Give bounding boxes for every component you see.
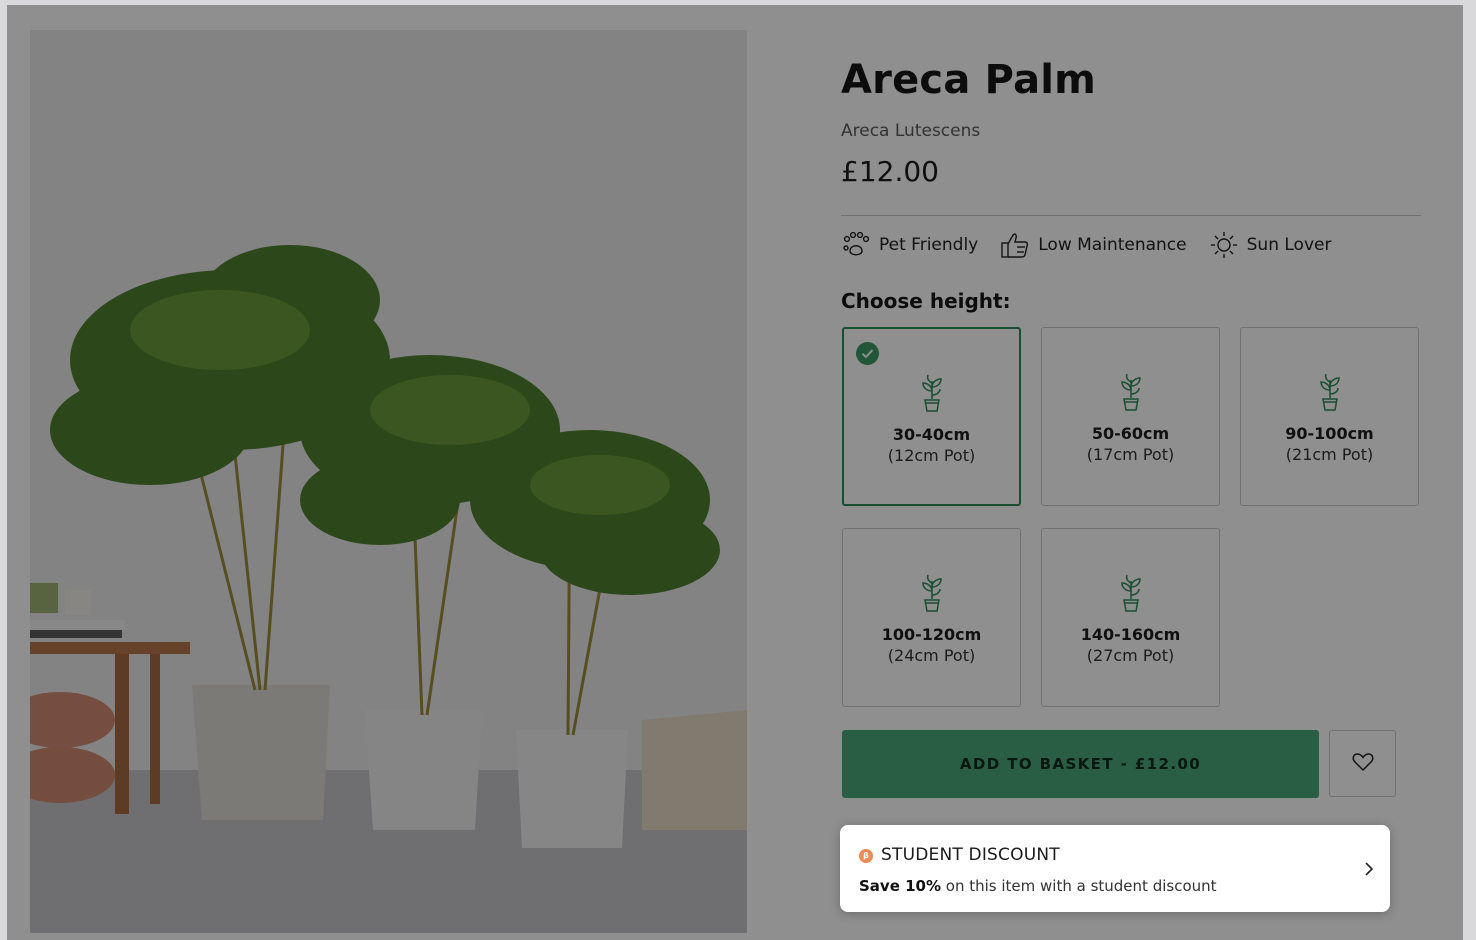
product-page: Areca Palm Areca Lutescens £12.00 Pet Fr… — [7, 5, 1463, 940]
feature-label: Pet Friendly — [879, 235, 979, 255]
student-beans-icon: β — [859, 849, 873, 863]
plant-icon — [918, 373, 946, 417]
pot-size: (24cm Pot) — [887, 646, 976, 665]
areca-palm-photo — [30, 30, 747, 933]
feature-sun-lover: Sun Lover — [1209, 231, 1332, 259]
student-discount-description: Save 10% on this item with a student dis… — [859, 877, 1217, 895]
chevron-right-icon[interactable] — [1364, 861, 1374, 881]
divider — [841, 215, 1421, 216]
student-discount-title: STUDENT DISCOUNT — [881, 845, 1060, 865]
choose-height-label: Choose height: — [841, 289, 1011, 313]
pot-size: (21cm Pot) — [1285, 445, 1374, 464]
feature-label: Sun Lover — [1246, 235, 1332, 255]
height-range: 90-100cm — [1285, 424, 1374, 443]
heart-icon — [1352, 752, 1374, 776]
student-discount-card[interactable]: β STUDENT DISCOUNT Save 10% on this item… — [840, 825, 1390, 912]
height-option-50-60cm[interactable]: 50-60cm (17cm Pot) — [1041, 327, 1220, 506]
thumbs-up-icon — [1000, 231, 1030, 259]
paw-icon — [841, 231, 871, 259]
product-latin-name: Areca Lutescens — [841, 121, 981, 141]
plant-icon — [1117, 372, 1145, 416]
height-option-90-100cm[interactable]: 90-100cm (21cm Pot) — [1240, 327, 1419, 506]
height-option-30-40cm[interactable]: 30-40cm (12cm Pot) — [842, 327, 1021, 506]
wishlist-button[interactable] — [1329, 730, 1396, 797]
feature-label: Low Maintenance — [1038, 235, 1187, 255]
add-to-basket-button[interactable]: ADD TO BASKET - £12.00 — [842, 730, 1319, 798]
height-range: 30-40cm — [892, 425, 971, 444]
height-option-100-120cm[interactable]: 100-120cm (24cm Pot) — [842, 528, 1021, 707]
feature-pet-friendly: Pet Friendly — [841, 231, 978, 259]
pot-size: (17cm Pot) — [1086, 445, 1175, 464]
feature-list: Pet Friendly Low Maintenance Sun Lover — [841, 231, 1331, 259]
discount-text: on this item with a student discount — [941, 877, 1217, 895]
pot-size: (27cm Pot) — [1086, 646, 1175, 665]
feature-low-maintenance: Low Maintenance — [1000, 231, 1187, 259]
height-option-140-160cm[interactable]: 140-160cm (27cm Pot) — [1041, 528, 1220, 707]
height-range: 100-120cm — [881, 625, 982, 644]
height-range: 140-160cm — [1080, 625, 1181, 644]
pot-size: (12cm Pot) — [887, 446, 976, 465]
product-image[interactable] — [30, 30, 747, 933]
discount-amount: Save 10% — [859, 877, 942, 895]
plant-icon — [1316, 372, 1344, 416]
sun-icon — [1209, 231, 1239, 259]
plant-icon — [1117, 573, 1145, 617]
product-price: £12.00 — [841, 155, 939, 188]
check-icon — [856, 342, 879, 365]
product-title: Areca Palm — [841, 57, 1097, 103]
height-range: 50-60cm — [1091, 424, 1170, 443]
product-info: Areca Palm Areca Lutescens £12.00 Pet Fr… — [841, 5, 1441, 940]
plant-icon — [918, 573, 946, 617]
